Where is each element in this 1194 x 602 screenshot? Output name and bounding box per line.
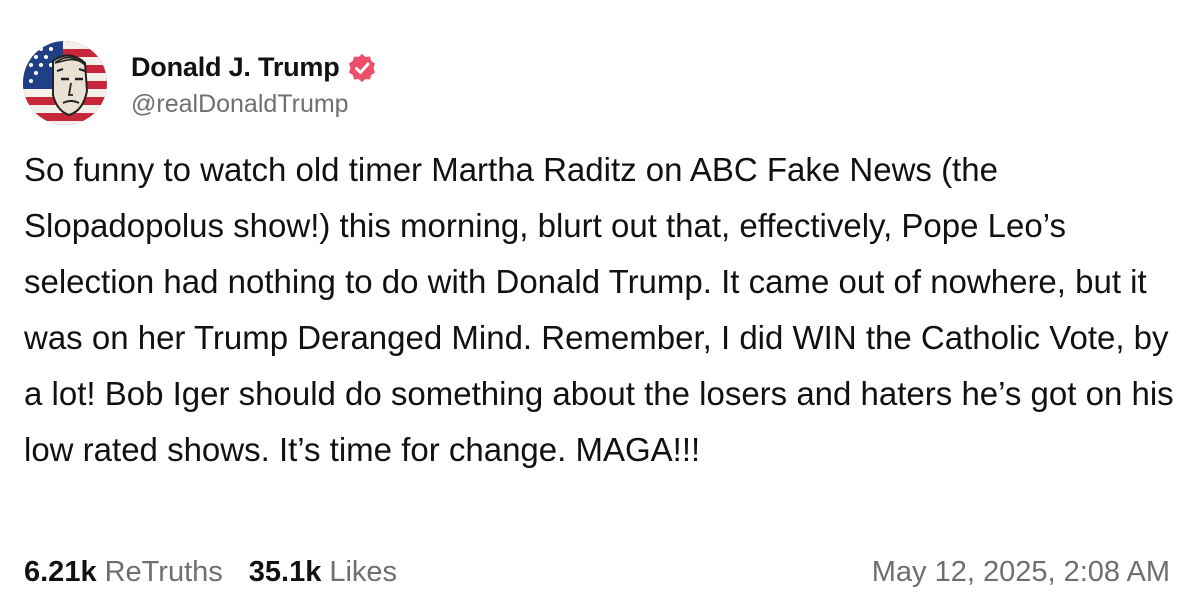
- avatar[interactable]: [23, 41, 107, 125]
- retruths-count: 6.21k: [24, 555, 97, 588]
- author-identity: Donald J. Trump @realDonaldTrump: [131, 48, 378, 119]
- post-timestamp[interactable]: May 12, 2025, 2:08 AM: [872, 556, 1170, 589]
- post-footer: 6.21k ReTruths 35.1k Likes May 12, 2025,…: [24, 550, 1170, 594]
- truth-post: Donald J. Trump @realDonaldTrump So funn…: [0, 0, 1194, 602]
- author-name[interactable]: Donald J. Trump: [131, 52, 340, 83]
- name-row: Donald J. Trump: [131, 48, 378, 88]
- post-text: So funny to watch old timer Martha Radit…: [24, 151, 1174, 468]
- likes-label: Likes: [329, 555, 398, 588]
- flag-portrait-avatar-icon: [23, 41, 107, 125]
- retruths-stat[interactable]: 6.21k ReTruths: [24, 556, 223, 589]
- retruths-label: ReTruths: [104, 555, 223, 588]
- likes-stat[interactable]: 35.1k Likes: [249, 556, 397, 589]
- post-header: Donald J. Trump @realDonaldTrump: [23, 40, 378, 126]
- post-stats: 6.21k ReTruths 35.1k Likes: [24, 556, 423, 589]
- author-handle[interactable]: @realDonaldTrump: [131, 90, 378, 119]
- verified-badge-icon: [346, 52, 378, 84]
- likes-count: 35.1k: [248, 555, 322, 588]
